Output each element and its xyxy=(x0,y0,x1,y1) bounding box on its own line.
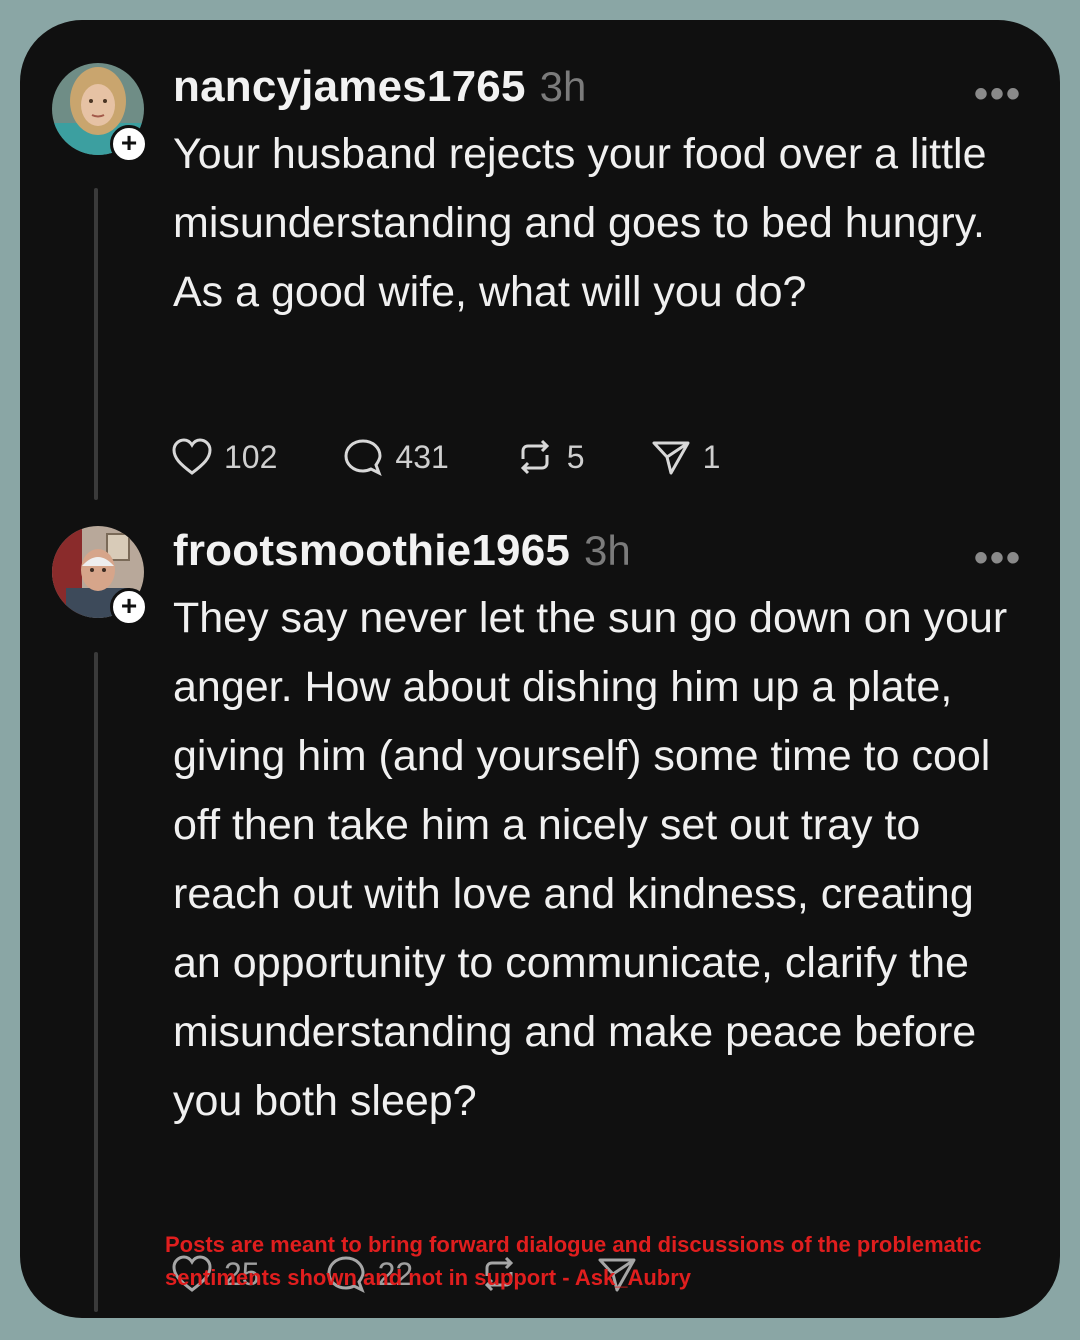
post-header: frootsmoothie1965 3h xyxy=(173,526,631,582)
share-button[interactable]: 1 xyxy=(649,437,721,477)
share-count: 1 xyxy=(702,438,721,475)
post-text: Your husband rejects your food over a li… xyxy=(173,130,987,316)
like-count: 102 xyxy=(224,438,278,475)
post-text: They say never let the sun go down on yo… xyxy=(173,594,1008,1125)
follow-button[interactable]: + xyxy=(110,125,148,163)
send-icon xyxy=(652,441,690,475)
reply-button[interactable]: 431 xyxy=(341,437,449,477)
post: + nancyjames1765 3h ••• Your husband rej… xyxy=(20,20,1060,520)
repost-button[interactable]: 5 xyxy=(513,437,585,477)
heart-icon xyxy=(172,438,212,475)
plus-icon: + xyxy=(120,590,138,621)
thread-line xyxy=(94,188,98,500)
thread-line xyxy=(94,652,98,1312)
username[interactable]: frootsmoothie1965 xyxy=(173,526,570,576)
repost-icon xyxy=(520,439,549,475)
username[interactable]: nancyjames1765 xyxy=(173,62,526,112)
plus-icon: + xyxy=(120,127,138,158)
follow-button[interactable]: + xyxy=(110,588,148,626)
thread-card: + nancyjames1765 3h ••• Your husband rej… xyxy=(20,20,1060,1318)
comment-icon xyxy=(344,439,383,477)
timestamp: 3h xyxy=(539,63,587,110)
post: + frootsmoothie1965 3h ••• They say neve… xyxy=(20,520,1060,1318)
repost-count: 5 xyxy=(566,438,585,475)
more-icon[interactable]: ••• xyxy=(974,72,1022,117)
post-actions: 102 431 5 1 xyxy=(170,435,784,479)
post-header: nancyjames1765 3h xyxy=(173,62,586,118)
like-button[interactable]: 102 xyxy=(170,437,277,477)
reply-count: 431 xyxy=(395,438,449,475)
timestamp: 3h xyxy=(584,527,631,574)
disclaimer-watermark: Posts are meant to bring forward dialogu… xyxy=(165,1232,982,1290)
more-icon[interactable]: ••• xyxy=(974,536,1022,581)
